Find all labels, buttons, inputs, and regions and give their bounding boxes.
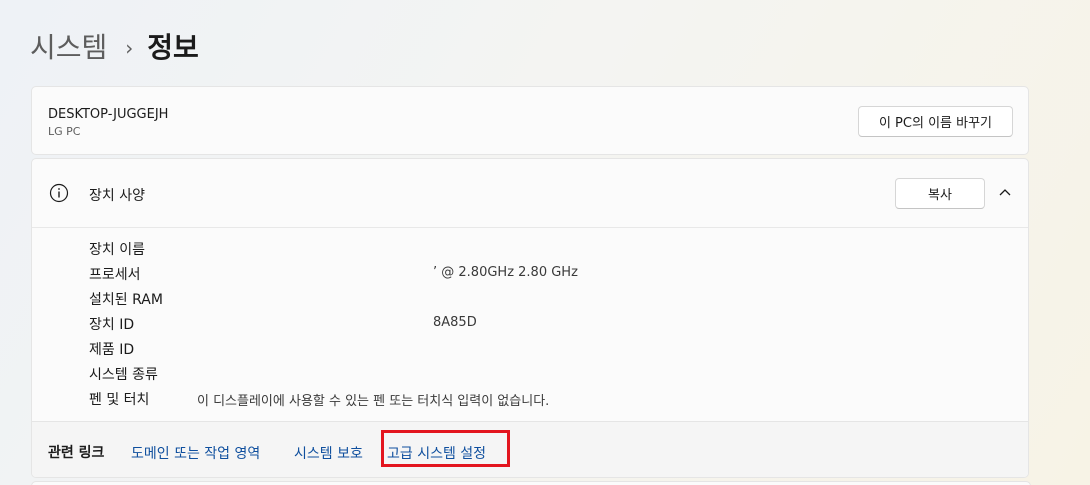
related-links-title: 관련 링크 bbox=[48, 445, 105, 461]
spec-label: 제품 ID bbox=[89, 342, 135, 358]
spec-value: 8A85D bbox=[433, 315, 477, 330]
device-specs-card: 장치 사양 복사 장치 이름 프로세서 ’ @ 2.80GHz 2.80 GHz… bbox=[31, 158, 1029, 478]
spec-value: ’ @ 2.80GHz 2.80 GHz bbox=[433, 265, 578, 280]
breadcrumb-separator: › bbox=[125, 36, 134, 60]
rename-pc-button[interactable]: 이 PC의 이름 바꾸기 bbox=[858, 106, 1013, 137]
device-specs-title: 장치 사양 bbox=[89, 188, 145, 204]
device-specs-list: 장치 이름 프로세서 ’ @ 2.80GHz 2.80 GHz 설치된 RAM … bbox=[89, 237, 989, 412]
related-links-bar: 관련 링크 도메인 또는 작업 영역 시스템 보호 고급 시스템 설정 bbox=[32, 421, 1028, 477]
pc-name-card: DESKTOP-JUGGEJH LG PC 이 PC의 이름 바꾸기 bbox=[31, 86, 1029, 155]
spec-row-device-id: 장치 ID 8A85D bbox=[89, 312, 989, 337]
spec-label: 시스템 종류 bbox=[89, 367, 158, 383]
spec-label: 장치 이름 bbox=[89, 242, 145, 258]
spec-label: 설치된 RAM bbox=[89, 292, 163, 308]
spec-value: 이 디스플레이에 사용할 수 있는 펜 또는 터치식 입력이 없습니다. bbox=[197, 394, 550, 409]
breadcrumb-parent-system[interactable]: 시스템 bbox=[30, 28, 107, 68]
spec-row-system-type: 시스템 종류 bbox=[89, 362, 989, 387]
system-protection-link[interactable]: 시스템 보호 bbox=[294, 443, 363, 463]
advanced-system-settings-link[interactable]: 고급 시스템 설정 bbox=[387, 443, 486, 463]
breadcrumb: 시스템 › 정보 bbox=[30, 28, 199, 68]
spec-row-ram: 설치된 RAM bbox=[89, 287, 989, 312]
copy-button[interactable]: 복사 bbox=[895, 178, 985, 209]
domain-workgroup-link[interactable]: 도메인 또는 작업 영역 bbox=[131, 443, 260, 463]
spec-row-product-id: 제품 ID bbox=[89, 337, 989, 362]
info-icon bbox=[49, 183, 69, 203]
spec-label: 프로세서 bbox=[89, 267, 141, 283]
pc-name: DESKTOP-JUGGEJH bbox=[48, 107, 169, 122]
spec-row-device-name: 장치 이름 bbox=[89, 237, 989, 262]
spec-row-pen-touch: 펜 및 터치 이 디스플레이에 사용할 수 있는 펜 또는 터치식 입력이 없습… bbox=[89, 387, 989, 412]
spec-row-processor: 프로세서 ’ @ 2.80GHz 2.80 GHz bbox=[89, 262, 989, 287]
spec-label: 펜 및 터치 bbox=[89, 392, 150, 408]
chevron-up-icon[interactable] bbox=[998, 187, 1012, 197]
next-card-edge bbox=[31, 481, 1031, 485]
device-specs-header[interactable]: 장치 사양 복사 bbox=[32, 159, 1028, 228]
page-title: 정보 bbox=[147, 31, 199, 64]
pc-model: LG PC bbox=[48, 125, 81, 138]
spec-label: 장치 ID bbox=[89, 317, 135, 333]
